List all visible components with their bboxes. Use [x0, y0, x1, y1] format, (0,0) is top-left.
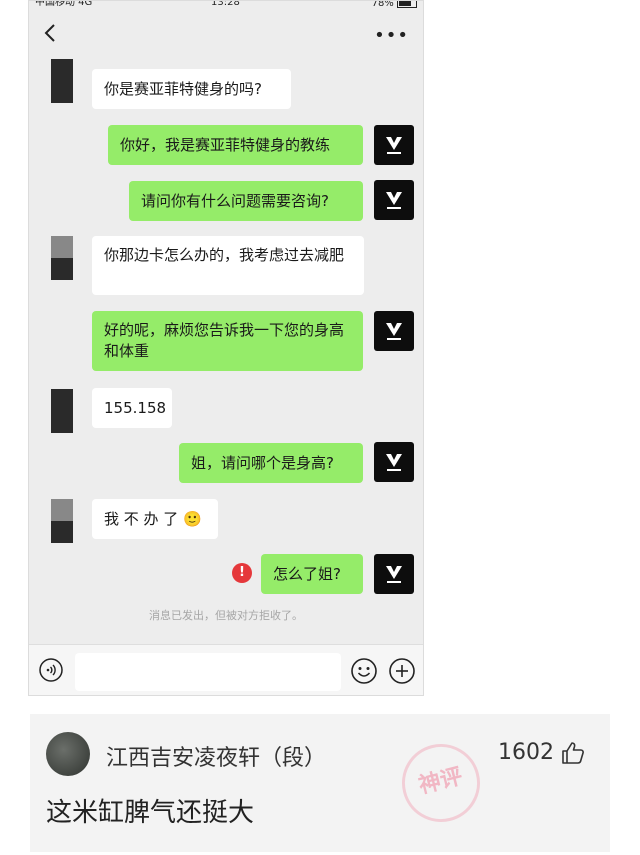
battery-indicator: 78%	[371, 0, 417, 9]
commenter-name[interactable]: 江西吉安凌夜轩（段）	[106, 740, 326, 772]
battery-icon	[397, 1, 417, 8]
emoji-icon[interactable]	[351, 658, 377, 684]
my-avatar[interactable]	[374, 442, 414, 482]
carrier-label: 中国移动 4G	[35, 0, 93, 8]
brand-logo-icon	[386, 566, 402, 583]
send-failed-icon[interactable]: !	[232, 563, 252, 583]
message-bubble-incoming[interactable]: 你是赛亚菲特健身的吗?	[92, 69, 291, 109]
brand-logo-icon	[386, 137, 402, 154]
comment-text: 这米缸脾气还挺大	[46, 798, 255, 828]
more-icon[interactable]: •••	[374, 25, 409, 46]
contact-avatar[interactable]	[51, 236, 73, 280]
message-input[interactable]	[75, 653, 341, 691]
brand-logo-icon	[386, 323, 402, 340]
my-avatar[interactable]	[374, 554, 414, 594]
contact-avatar[interactable]	[51, 59, 73, 103]
plus-icon[interactable]	[389, 658, 415, 684]
chat-screen: 中国移动 4G 13:28 78% ••• 你是赛亚菲特健身的吗? 你好，我是赛…	[28, 0, 424, 696]
message-bubble-outgoing[interactable]: 你好，我是赛亚菲特健身的教练	[108, 125, 363, 165]
like-icon[interactable]	[560, 740, 586, 766]
message-bubble-outgoing[interactable]: 请问你有什么问题需要咨询?	[129, 181, 363, 221]
my-avatar[interactable]	[374, 311, 414, 351]
message-bubble-incoming[interactable]: 我 不 办 了 🙂	[92, 499, 218, 539]
input-bar	[29, 644, 423, 695]
message-bubble-outgoing[interactable]: 好的呢，麻烦您告诉我一下您的身高和体重	[92, 311, 363, 371]
system-notice: 消息已发出，但被对方拒收了。	[149, 609, 303, 622]
featured-comment-stamp: 神评	[393, 735, 489, 831]
back-icon[interactable]	[43, 23, 57, 43]
message-bubble-outgoing[interactable]: 怎么了姐?	[261, 554, 363, 594]
my-avatar[interactable]	[374, 180, 414, 220]
comment-card: 江西吉安凌夜轩（段） 神评 1602 这米缸脾气还挺大	[30, 714, 610, 852]
like-count: 1602	[498, 740, 554, 765]
voice-icon[interactable]	[39, 658, 63, 682]
message-bubble-incoming[interactable]: 155.158	[92, 388, 172, 428]
message-bubble-incoming[interactable]: 你那边卡怎么办的，我考虑过去减肥	[92, 236, 364, 295]
clock: 13:28	[211, 0, 240, 8]
brand-logo-icon	[386, 192, 402, 209]
commenter-avatar[interactable]	[46, 732, 90, 776]
contact-avatar[interactable]	[51, 389, 73, 433]
my-avatar[interactable]	[374, 125, 414, 165]
chat-header: •••	[29, 15, 423, 53]
message-bubble-outgoing[interactable]: 姐，请问哪个是身高?	[179, 443, 363, 483]
brand-logo-icon	[386, 454, 402, 471]
status-bar: 中国移动 4G 13:28 78%	[29, 1, 423, 11]
contact-avatar[interactable]	[51, 499, 73, 543]
battery-percent: 78%	[371, 0, 394, 9]
